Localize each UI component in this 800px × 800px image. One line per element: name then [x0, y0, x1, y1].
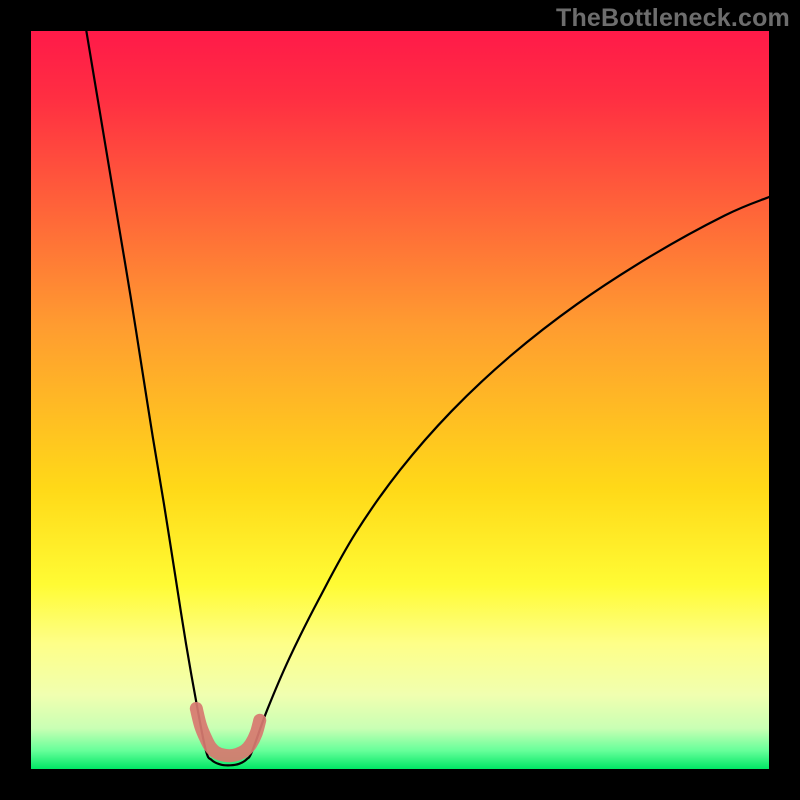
chart-area: [31, 31, 769, 769]
watermark-text: TheBottleneck.com: [556, 4, 790, 33]
gradient-background: [31, 31, 769, 769]
bottleneck-curve-chart: [31, 31, 769, 769]
